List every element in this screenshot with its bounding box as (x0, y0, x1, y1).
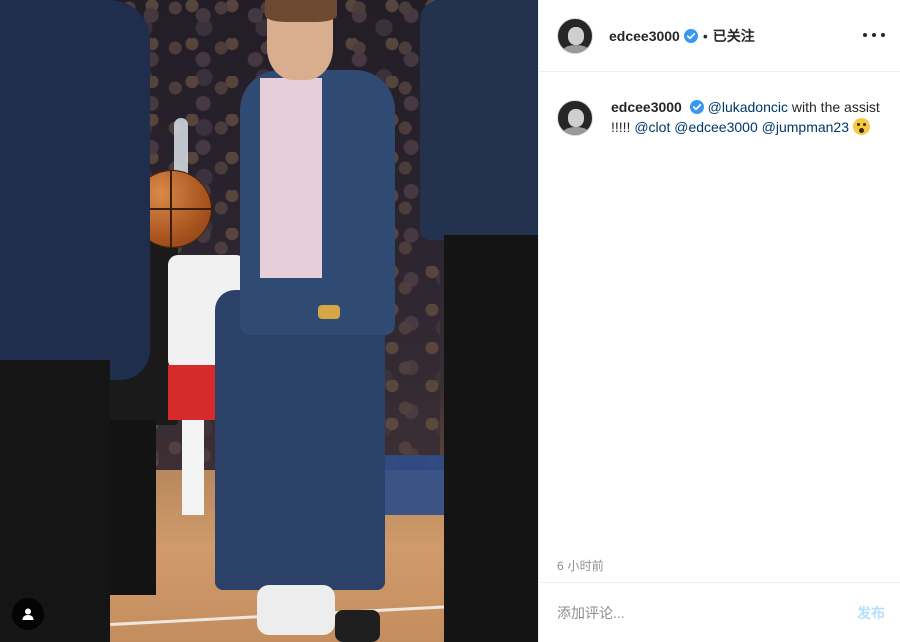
main-figure (205, 0, 405, 642)
post-side-panel: edcee3000 • 已关注 edcee3000 @lukadoncic wi… (538, 0, 900, 642)
foreground-person-right (420, 0, 538, 642)
avatar[interactable] (557, 17, 593, 54)
header-separator: • (702, 27, 708, 44)
mention-link[interactable]: @jumpman23 (762, 119, 849, 135)
caption-username[interactable]: edcee3000 (611, 99, 682, 115)
post-header: edcee3000 • 已关注 (539, 0, 900, 72)
mention-link[interactable]: @edcee3000 (674, 119, 758, 135)
verified-badge-icon (689, 100, 704, 114)
comment-input[interactable] (557, 604, 857, 621)
post-photo[interactable] (0, 0, 538, 642)
post-comment-button[interactable]: 发布 (857, 603, 885, 623)
post-caption: edcee3000 @lukadoncic with the assist !!… (557, 98, 887, 137)
foreground-person-left (0, 0, 150, 642)
post-timestamp[interactable]: 6 小时前 (557, 557, 604, 574)
user-tag-icon (22, 608, 34, 620)
header-username[interactable]: edcee3000 (609, 28, 680, 44)
comment-bar: 发布 (539, 582, 900, 642)
mention-link[interactable]: @clot (634, 119, 670, 135)
shocked-face-emoji (852, 117, 870, 135)
more-options-button[interactable] (863, 24, 885, 46)
follow-button[interactable]: 已关注 (713, 26, 755, 46)
ball-stand (174, 118, 188, 176)
user-tag-button[interactable] (12, 598, 44, 630)
avatar[interactable] (557, 100, 593, 136)
mention-link[interactable]: @lukadoncic (708, 99, 788, 115)
more-options-icon (863, 33, 867, 37)
verified-badge-icon (683, 28, 698, 43)
caption-text: edcee3000 @lukadoncic with the assist !!… (611, 98, 883, 137)
